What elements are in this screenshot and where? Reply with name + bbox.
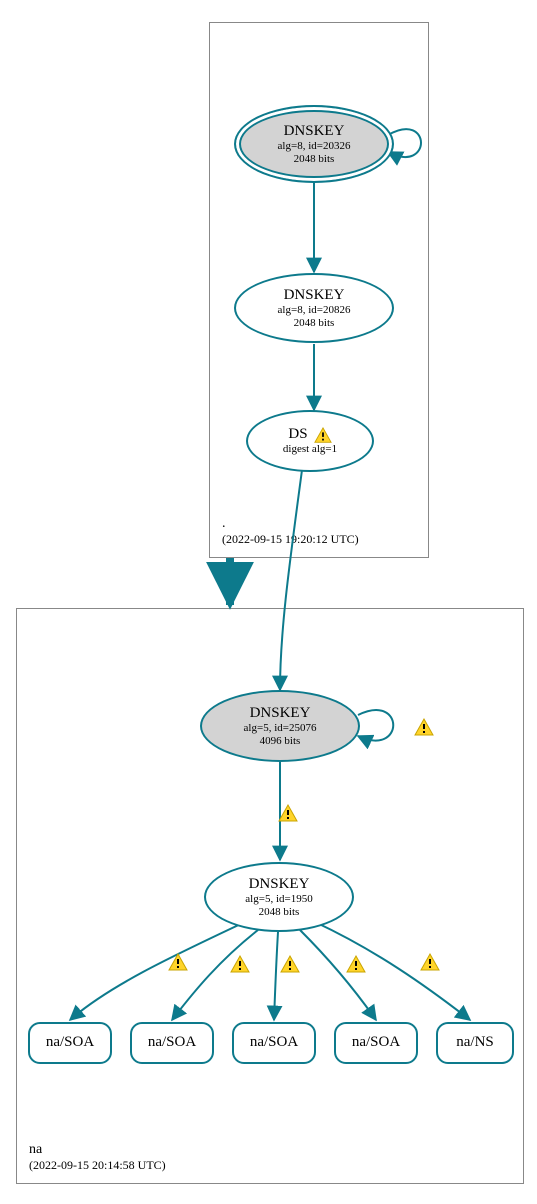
warning-icon bbox=[314, 427, 332, 443]
node-na-ksk-bits: 4096 bits bbox=[260, 735, 301, 748]
zone-na-timestamp: (2022-09-15 20:14:58 UTC) bbox=[29, 1158, 166, 1173]
node-rr5-label: na/NS bbox=[456, 1034, 494, 1051]
node-na-ksk[interactable]: DNSKEY alg=5, id=25076 4096 bits bbox=[200, 690, 360, 762]
node-rr1-label: na/SOA bbox=[46, 1034, 94, 1051]
node-na-ksk-title: DNSKEY bbox=[250, 705, 311, 722]
zone-root-timestamp: (2022-09-15 19:20:12 UTC) bbox=[222, 532, 359, 547]
node-na-ksk-alg: alg=5, id=25076 bbox=[244, 722, 317, 735]
node-root-zsk-title: DNSKEY bbox=[284, 287, 345, 304]
node-rr5[interactable]: na/NS bbox=[436, 1022, 514, 1064]
zone-root-name: . bbox=[222, 516, 359, 532]
node-root-ds[interactable]: DS digest alg=1 bbox=[246, 410, 374, 472]
node-na-zsk-alg: alg=5, id=1950 bbox=[245, 893, 312, 906]
node-na-zsk-title: DNSKEY bbox=[249, 876, 310, 893]
node-root-ds-title: DS bbox=[288, 426, 307, 443]
node-root-ksk-title: DNSKEY bbox=[284, 123, 345, 140]
node-root-ksk-bits: 2048 bits bbox=[294, 153, 335, 166]
zone-na-name: na bbox=[29, 1142, 166, 1158]
node-na-zsk-bits: 2048 bits bbox=[259, 906, 300, 919]
node-rr3-label: na/SOA bbox=[250, 1034, 298, 1051]
node-rr1[interactable]: na/SOA bbox=[28, 1022, 112, 1064]
node-rr2-label: na/SOA bbox=[148, 1034, 196, 1051]
node-root-zsk-alg: alg=8, id=20826 bbox=[278, 304, 351, 317]
node-root-ksk[interactable]: DNSKEY alg=8, id=20326 2048 bits bbox=[234, 105, 394, 183]
node-rr3[interactable]: na/SOA bbox=[232, 1022, 316, 1064]
node-root-zsk[interactable]: DNSKEY alg=8, id=20826 2048 bits bbox=[234, 273, 394, 343]
node-rr4-label: na/SOA bbox=[352, 1034, 400, 1051]
node-root-zsk-bits: 2048 bits bbox=[294, 317, 335, 330]
node-rr2[interactable]: na/SOA bbox=[130, 1022, 214, 1064]
node-root-ksk-alg: alg=8, id=20326 bbox=[278, 140, 351, 153]
node-rr4[interactable]: na/SOA bbox=[334, 1022, 418, 1064]
node-na-zsk[interactable]: DNSKEY alg=5, id=1950 2048 bits bbox=[204, 862, 354, 932]
node-root-ds-alg: digest alg=1 bbox=[283, 443, 337, 456]
